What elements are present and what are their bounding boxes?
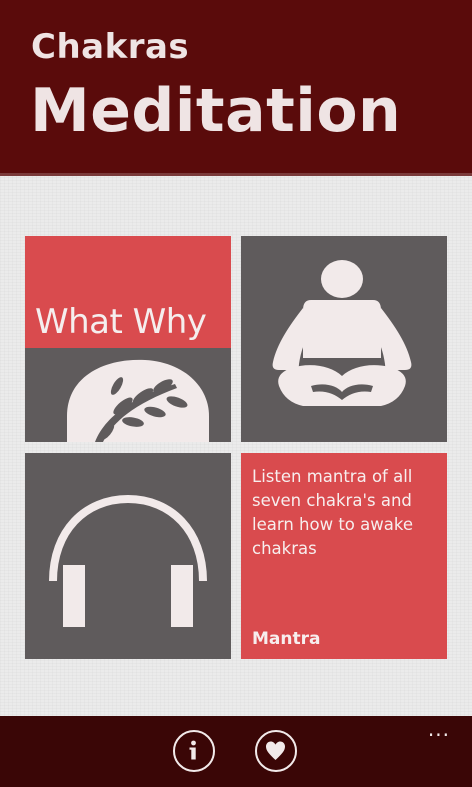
- app-bar: ...: [0, 716, 472, 787]
- more-options-button[interactable]: ...: [428, 719, 450, 739]
- favorite-button[interactable]: [255, 730, 297, 772]
- tile-mantra-description: Listen mantra of all seven chakra's and …: [252, 467, 413, 558]
- tile-what-why[interactable]: What Why: [25, 236, 231, 442]
- heart-icon: [266, 741, 285, 760]
- meditation-pose-icon: [272, 260, 412, 406]
- tile-mantra[interactable]: Listen mantra of all seven chakra's and …: [241, 453, 447, 659]
- tile-music[interactable]: [25, 453, 231, 659]
- tree-icon: [67, 359, 209, 442]
- app-subtitle: Chakras: [31, 27, 190, 67]
- info-button[interactable]: [173, 730, 215, 772]
- app-header: Chakras Meditation: [0, 0, 472, 176]
- headphones-icon: [49, 494, 207, 627]
- tile-mantra-title: Mantra: [252, 629, 321, 649]
- info-icon: [189, 740, 196, 760]
- app-title: Meditation: [30, 76, 402, 146]
- tile-meditation[interactable]: [241, 236, 447, 442]
